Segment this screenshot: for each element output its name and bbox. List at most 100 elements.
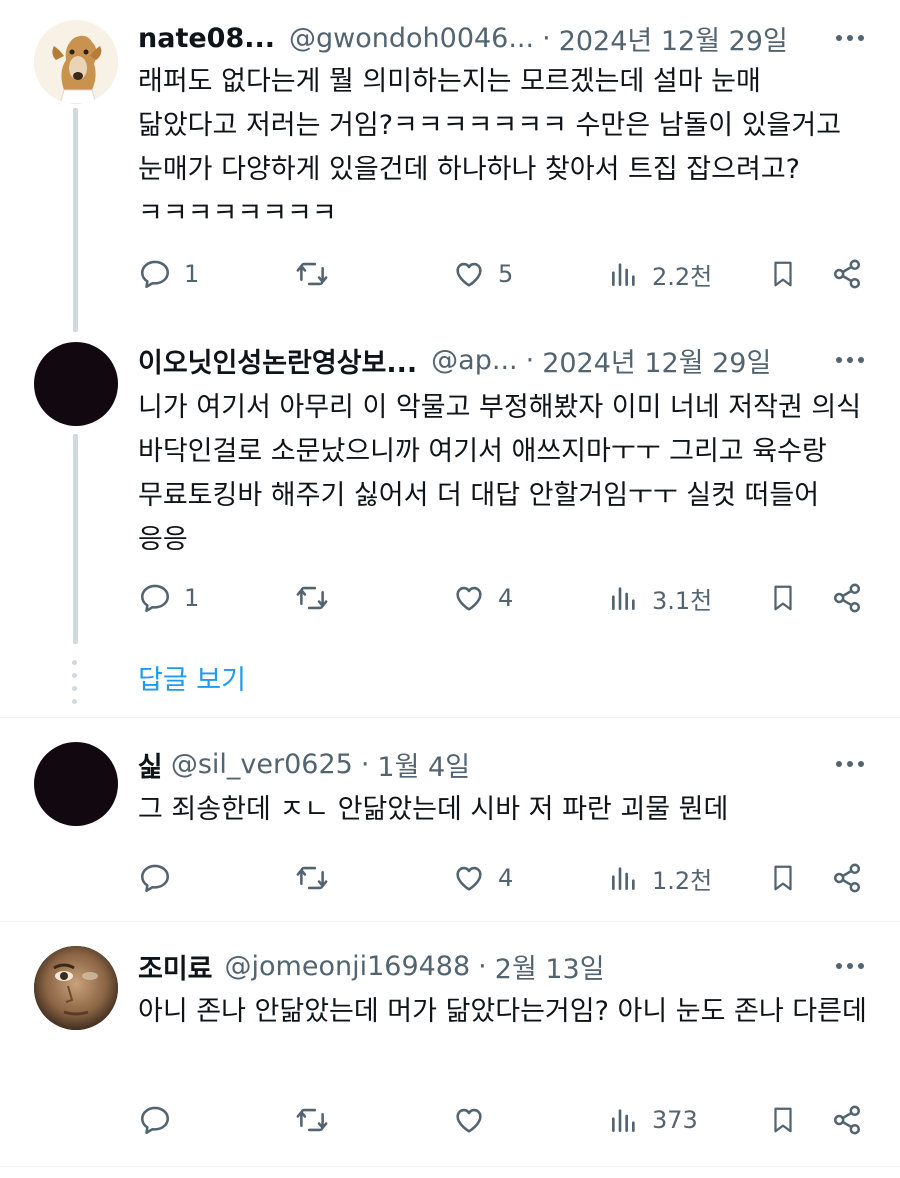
- bookmark-button[interactable]: [768, 576, 798, 620]
- share-icon: [833, 259, 861, 289]
- retweet-button[interactable]: [294, 252, 342, 296]
- bookmark-icon: [774, 1107, 792, 1133]
- reply-icon: [140, 1106, 170, 1135]
- like-count: 4: [498, 864, 514, 892]
- like-button[interactable]: 4: [452, 576, 513, 620]
- reply-button[interactable]: 1: [138, 252, 199, 296]
- tweet-1[interactable]: nate08... @gwondoh0046... · 2024년 12월 29…: [0, 0, 900, 340]
- retweet-button[interactable]: [294, 1098, 342, 1142]
- bookmark-icon: [774, 585, 792, 611]
- views-icon: [612, 867, 635, 890]
- tweet-3[interactable]: 싩 @sil_ver0625 · 1월 4일 그 죄송한데 ㅈㄴ 안닮았는데 시…: [0, 718, 900, 920]
- like-button[interactable]: 4: [452, 856, 513, 900]
- views-button[interactable]: 3.1천: [608, 576, 712, 620]
- tweet-header: 이오닛인성논란영상보... @ap... · 2024년 12월 29일: [138, 340, 900, 380]
- views-button[interactable]: 373: [608, 1098, 698, 1142]
- share-button[interactable]: [830, 856, 864, 900]
- avatar[interactable]: [34, 20, 118, 104]
- timestamp[interactable]: 2024년 12월 29일: [559, 19, 788, 58]
- like-button[interactable]: 5: [452, 252, 513, 296]
- more-icon[interactable]: [836, 18, 864, 58]
- like-count: 5: [498, 260, 514, 288]
- reply-icon: [140, 260, 170, 289]
- bookmark-button[interactable]: [768, 1098, 798, 1142]
- reply-button[interactable]: [138, 1098, 184, 1142]
- view-count: 373: [652, 1106, 698, 1134]
- views-icon: [612, 263, 635, 286]
- views-icon: [612, 1109, 635, 1132]
- display-name[interactable]: 이오닛인성논란영상보...: [138, 341, 417, 380]
- action-bar: 1 5 2.2천: [138, 252, 878, 296]
- views-button[interactable]: 1.2천: [608, 856, 712, 900]
- more-icon[interactable]: [836, 744, 864, 784]
- reply-icon: [140, 584, 170, 613]
- share-button[interactable]: [830, 576, 864, 620]
- like-icon: [456, 262, 482, 287]
- bookmark-button[interactable]: [768, 856, 798, 900]
- tweet-header: 싩 @sil_ver0625 · 1월 4일: [138, 744, 900, 784]
- thread-line: [73, 108, 78, 332]
- share-button[interactable]: [830, 252, 864, 296]
- retweet-icon: [296, 866, 328, 890]
- user-handle[interactable]: @ap...: [431, 345, 517, 376]
- avatar[interactable]: [34, 946, 118, 1030]
- action-bar: 1 4 3.1천: [138, 576, 878, 620]
- like-count: 4: [498, 584, 514, 612]
- view-count: 1.2천: [652, 866, 713, 895]
- avatar[interactable]: [34, 742, 118, 826]
- share-icon: [833, 863, 861, 893]
- tweet-text: 그 죄송한데 ㅈㄴ 안닮았는데 시바 저 파란 괴물 뭔데: [138, 794, 729, 825]
- view-count: 2.2천: [652, 262, 713, 291]
- display-name[interactable]: 싩: [138, 745, 163, 784]
- tweet-text: 아니 존나 안닮았는데 머가 닮았다는거임? 아니 눈도 존나 다른데: [138, 996, 867, 1027]
- reply-count: 1: [184, 584, 200, 612]
- show-replies-link[interactable]: 답글 보기: [138, 658, 246, 697]
- share-icon: [833, 1105, 861, 1135]
- action-bar: 373: [138, 1098, 878, 1142]
- views-button[interactable]: 2.2천: [608, 252, 712, 296]
- separator-dot: ·: [478, 950, 487, 982]
- separator-dot: ·: [360, 748, 370, 780]
- thread-line: [73, 434, 78, 644]
- retweet-icon: [296, 262, 328, 286]
- share-button[interactable]: [830, 1098, 864, 1142]
- reply-icon: [140, 864, 170, 893]
- tweet-2[interactable]: 이오닛인성논란영상보... @ap... · 2024년 12월 29일 니가 …: [0, 338, 900, 718]
- retweet-button[interactable]: [294, 856, 342, 900]
- like-button[interactable]: [452, 1098, 498, 1142]
- reply-count: 1: [184, 260, 200, 288]
- retweet-button[interactable]: [294, 576, 342, 620]
- share-icon: [833, 583, 861, 613]
- bookmark-icon: [774, 261, 792, 287]
- retweet-icon: [296, 1108, 328, 1132]
- user-handle[interactable]: @sil_ver0625: [171, 749, 353, 780]
- views-icon: [612, 587, 635, 610]
- user-handle[interactable]: @gwondoh0046...: [289, 23, 534, 54]
- display-name[interactable]: nate08...: [138, 23, 275, 54]
- tweet-4[interactable]: 조미료 @jomeonji169488 · 2월 13일 아니 존나 안닮았는데…: [0, 922, 900, 1166]
- display-name[interactable]: 조미료: [138, 947, 213, 986]
- separator-dot: ·: [525, 344, 535, 376]
- timestamp[interactable]: 2024년 12월 29일: [542, 341, 771, 380]
- timestamp[interactable]: 1월 4일: [377, 745, 470, 784]
- reply-button[interactable]: 1: [138, 576, 199, 620]
- bookmark-icon: [774, 865, 792, 891]
- like-icon: [456, 1108, 482, 1133]
- divider: [0, 1166, 900, 1167]
- more-icon[interactable]: [836, 340, 864, 380]
- thread-continuation-dots: [71, 660, 79, 712]
- like-icon: [456, 586, 482, 611]
- bookmark-button[interactable]: [768, 252, 798, 296]
- tweet-header: nate08... @gwondoh0046... · 2024년 12월 29…: [138, 18, 900, 58]
- avatar[interactable]: [34, 342, 118, 426]
- tweet-header: 조미료 @jomeonji169488 · 2월 13일: [138, 946, 900, 986]
- user-handle[interactable]: @jomeonji169488: [225, 951, 471, 982]
- tweet-text: 니가 여기서 아무리 이 악물고 부정해봤자 이미 너네 저작권 의식 바닥인걸…: [138, 392, 862, 555]
- reply-button[interactable]: [138, 856, 184, 900]
- more-icon[interactable]: [836, 946, 864, 986]
- timestamp[interactable]: 2월 13일: [495, 947, 605, 986]
- retweet-icon: [296, 586, 328, 610]
- avatar-image: [34, 946, 118, 1030]
- like-icon: [456, 866, 482, 891]
- action-bar: 4 1.2천: [138, 856, 878, 900]
